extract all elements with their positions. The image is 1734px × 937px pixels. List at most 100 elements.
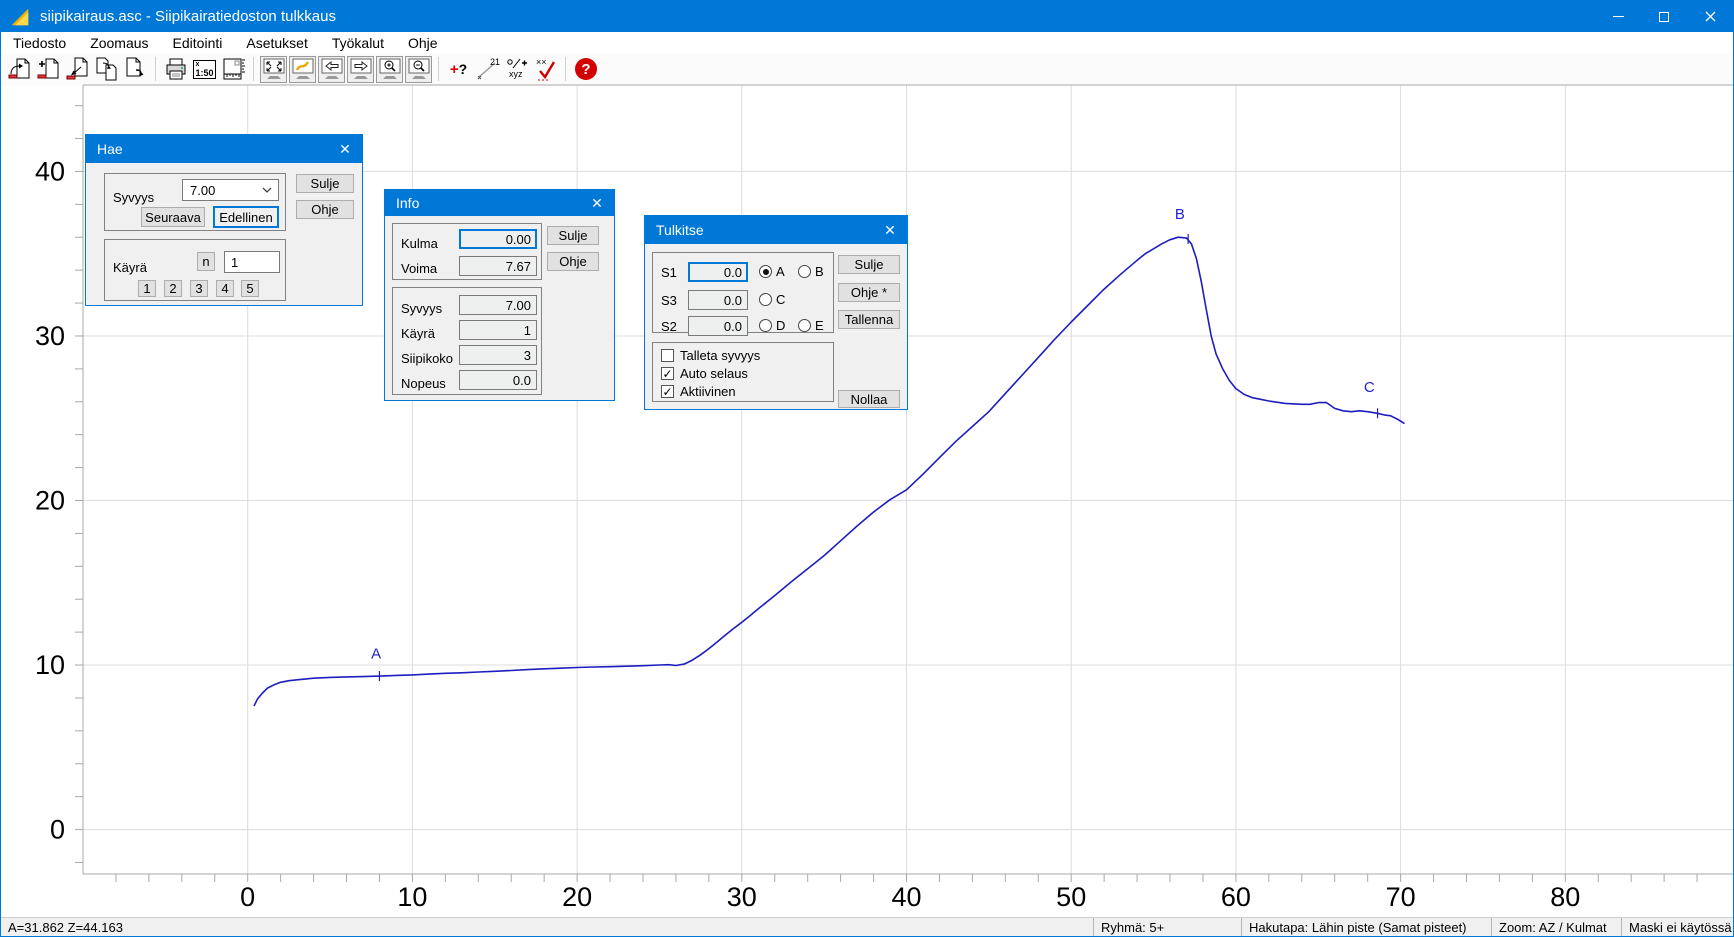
info-syvyys-label: Syvyys xyxy=(401,301,442,316)
export-file-icon xyxy=(123,56,149,82)
info-ohje-button[interactable]: Ohje xyxy=(547,252,599,271)
svg-text:80: 80 xyxy=(1550,882,1580,912)
print-button[interactable] xyxy=(162,56,189,83)
tulkitse-close-button[interactable]: ✕ xyxy=(873,216,907,244)
copy-file-icon xyxy=(94,56,120,82)
pan-right-button[interactable] xyxy=(347,56,374,83)
export-file-button[interactable] xyxy=(122,56,149,83)
siipikoko-label: Siipikoko xyxy=(401,351,453,366)
save-file-icon xyxy=(65,56,91,82)
zoom-in-button[interactable] xyxy=(376,56,403,83)
menu-zoomaus[interactable]: Zoomaus xyxy=(78,32,160,53)
checkbox-checked-icon: ✓ xyxy=(661,367,674,380)
curve-5-button[interactable]: 5 xyxy=(241,280,259,297)
kulma-field[interactable]: 0.00 xyxy=(459,229,537,249)
toolbar-separator xyxy=(438,57,439,81)
nopeus-field[interactable]: 0.0 xyxy=(459,370,537,390)
info-dialog-title: Info xyxy=(396,195,419,211)
curve-4-button[interactable]: 4 xyxy=(216,280,234,297)
kulma-label: Kulma xyxy=(401,236,438,251)
print-icon xyxy=(163,56,189,82)
pan-right-icon xyxy=(349,57,373,81)
menu-tyokalut[interactable]: Työkalut xyxy=(320,32,396,53)
talleta-syvyys-checkbox[interactable]: Talleta syvyys xyxy=(661,348,760,363)
radio-d[interactable]: D xyxy=(759,318,785,333)
edellinen-button[interactable]: Edellinen xyxy=(213,206,279,228)
radio-e-icon xyxy=(798,319,811,332)
s3-field[interactable]: 0.0 xyxy=(688,290,748,310)
menu-editointi[interactable]: Editointi xyxy=(161,32,235,53)
tulkitse-sulje-button[interactable]: Sulje xyxy=(838,255,900,274)
page-setup-button[interactable] xyxy=(220,56,247,83)
minimize-button[interactable] xyxy=(1595,1,1641,32)
zoom-extents-button[interactable] xyxy=(260,56,287,83)
s1-field[interactable]: 0.0 xyxy=(688,262,748,282)
help-button[interactable]: ? xyxy=(572,56,599,83)
seuraava-button[interactable]: Seuraava xyxy=(141,207,205,227)
info-syvyys-field[interactable]: 7.00 xyxy=(459,295,537,315)
close-button[interactable] xyxy=(1687,1,1733,32)
menu-asetukset[interactable]: Asetukset xyxy=(234,32,319,53)
zoom-curve-button[interactable] xyxy=(289,56,316,83)
radio-b[interactable]: B xyxy=(798,264,824,279)
info-dialog-titlebar[interactable]: Info ✕ xyxy=(385,190,614,216)
kayra-group: Käyrä n 1 1 2 3 4 5 xyxy=(104,239,286,301)
tulkitse-ohje-button[interactable]: Ohje * xyxy=(838,283,900,302)
save-file-button[interactable] xyxy=(64,56,91,83)
pan-left-button[interactable] xyxy=(318,56,345,83)
hae-sulje-button[interactable]: Sulje xyxy=(296,174,354,193)
hae-dialog-titlebar[interactable]: Hae ✕ xyxy=(86,135,362,163)
svg-text:A: A xyxy=(371,646,381,663)
zoom-extents-icon xyxy=(262,57,286,81)
copy-file-button[interactable] xyxy=(93,56,120,83)
syvyys-combobox[interactable]: 7.00 xyxy=(182,179,279,201)
tulkitse-dialog-title: Tulkitse xyxy=(656,222,704,238)
aktiivinen-checkbox[interactable]: ✓ Aktiivinen xyxy=(661,384,736,399)
curve-2-button[interactable]: 2 xyxy=(164,280,182,297)
angle-points-button[interactable]: 21 xyxy=(474,56,501,83)
scale-button[interactable]: x 1:50 xyxy=(191,56,218,83)
info-close-button[interactable]: ✕ xyxy=(580,190,614,216)
minimize-icon xyxy=(1613,16,1624,17)
zoom-out-button[interactable] xyxy=(405,56,432,83)
tallenna-button[interactable]: Tallenna xyxy=(838,310,900,329)
info-kayra-field[interactable]: 1 xyxy=(459,320,537,340)
close-icon: ✕ xyxy=(339,141,351,158)
radio-a-icon xyxy=(759,265,772,278)
page-setup-icon xyxy=(221,56,247,82)
radio-c[interactable]: C xyxy=(759,292,785,307)
status-coordinates: A=31.862 Z=44.163 xyxy=(1,918,1093,936)
maximize-icon xyxy=(1659,12,1669,22)
n-button[interactable]: n xyxy=(197,252,215,271)
svg-text:40: 40 xyxy=(891,882,921,912)
menu-tiedosto[interactable]: Tiedosto xyxy=(1,32,78,53)
kayra-input[interactable]: 1 xyxy=(224,251,280,273)
hae-close-button[interactable]: ✕ xyxy=(328,135,362,163)
open-file-button[interactable] xyxy=(6,56,33,83)
status-group: Ryhmä: 5+ xyxy=(1093,918,1241,936)
maximize-button[interactable] xyxy=(1641,1,1687,32)
svg-text:10: 10 xyxy=(397,882,427,912)
tulkitse-dialog-titlebar[interactable]: Tulkitse ✕ xyxy=(645,216,907,244)
checkbox-unchecked-icon xyxy=(661,349,674,362)
info-sulje-button[interactable]: Sulje xyxy=(547,226,599,245)
voima-field[interactable]: 7.67 xyxy=(459,256,537,276)
coordinates-button[interactable]: xyz xyxy=(503,56,530,83)
svg-text:40: 40 xyxy=(35,156,65,186)
menu-ohje[interactable]: Ohje xyxy=(396,32,450,53)
curve-1-button[interactable]: 1 xyxy=(138,280,156,297)
radio-a[interactable]: A xyxy=(759,264,785,279)
s2-field[interactable]: 0.0 xyxy=(688,316,748,336)
help-icon: ? xyxy=(573,56,599,82)
hae-ohje-button[interactable]: Ohje xyxy=(296,200,354,219)
accept-points-button[interactable]: ×× xyxy=(532,56,559,83)
siipikoko-field[interactable]: 3 xyxy=(459,345,537,365)
auto-selaus-checkbox[interactable]: ✓ Auto selaus xyxy=(661,366,748,381)
zoom-curve-icon xyxy=(291,57,315,81)
radio-e[interactable]: E xyxy=(798,318,824,333)
add-point-button[interactable]: +? xyxy=(445,56,472,83)
curve-3-button[interactable]: 3 xyxy=(190,280,208,297)
toolbar-separator xyxy=(253,57,254,81)
nollaa-button[interactable]: Nollaa xyxy=(838,390,900,408)
add-file-button[interactable] xyxy=(35,56,62,83)
